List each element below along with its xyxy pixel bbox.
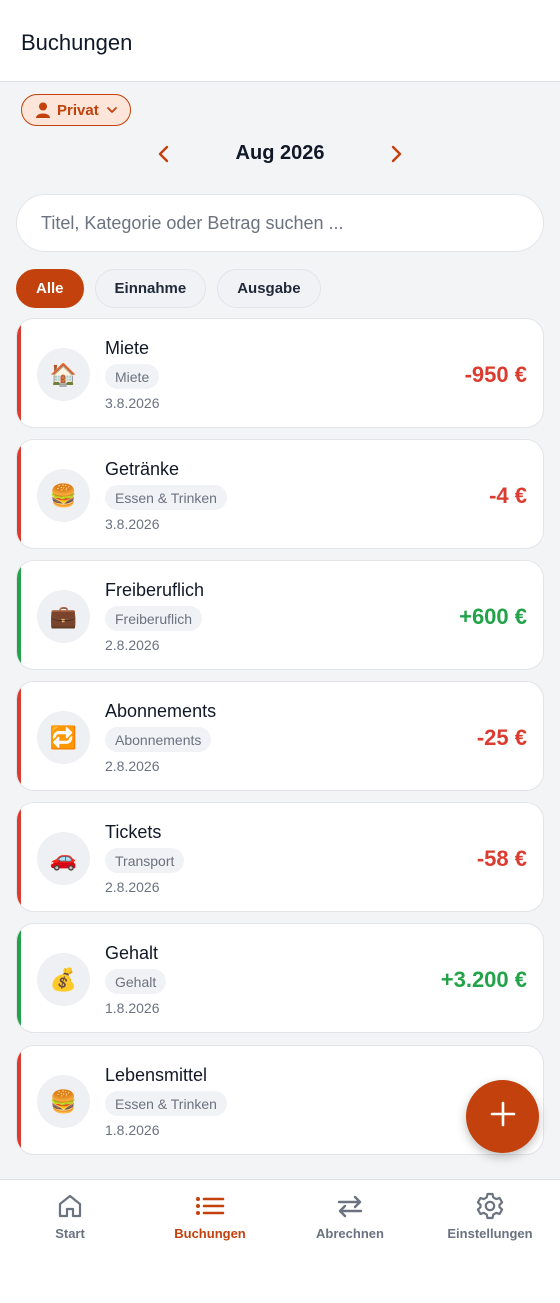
- expense-indicator: [17, 803, 21, 911]
- add-transaction-button[interactable]: [466, 1080, 539, 1153]
- transaction-date: 1.8.2026: [105, 1000, 160, 1016]
- transaction-card[interactable]: 🔁 Abonnements Abonnements 2.8.2026 -25 €: [16, 681, 544, 791]
- burger-icon: 🍔: [37, 469, 90, 522]
- search-input[interactable]: [17, 195, 543, 251]
- category-badge: Essen & Trinken: [105, 485, 227, 510]
- expense-indicator: [17, 682, 21, 790]
- expense-indicator: [17, 319, 21, 427]
- income-indicator: [17, 561, 21, 669]
- search-field[interactable]: [16, 194, 544, 252]
- home-icon: [0, 1190, 140, 1222]
- transaction-title: Tickets: [105, 822, 162, 842]
- bottom-navigation: Start Buchungen Abrechnen Einstellungen: [0, 1179, 560, 1303]
- transaction-card[interactable]: 🍔 Getränke Essen & Trinken 3.8.2026 -4 €: [16, 439, 544, 549]
- house-icon: 🏠: [37, 348, 90, 401]
- month-navigator: Aug 2026: [0, 136, 560, 172]
- page-title: Buchungen: [21, 30, 133, 55]
- swap-arrows-icon: [280, 1190, 420, 1222]
- category-badge: Gehalt: [105, 969, 167, 994]
- transaction-card[interactable]: 🏠 Miete Miete 3.8.2026 -950 €: [16, 318, 544, 428]
- filter-all[interactable]: Alle: [16, 269, 84, 308]
- transaction-amount: -4 €: [489, 483, 527, 508]
- repeat-icon: 🔁: [37, 711, 90, 764]
- transaction-card[interactable]: 🚗 Tickets Transport 2.8.2026 -58 €: [16, 802, 544, 912]
- category-badge: Abonnements: [105, 727, 212, 752]
- expense-indicator: [17, 1046, 21, 1154]
- transaction-title: Getränke: [105, 459, 180, 479]
- category-badge: Transport: [105, 848, 185, 873]
- transaction-card[interactable]: 💼 Freiberuflich Freiberuflich 2.8.2026 +…: [16, 560, 544, 670]
- expense-indicator: [17, 440, 21, 548]
- transaction-date: 3.8.2026: [105, 516, 160, 532]
- account-label: Privat: [57, 101, 99, 119]
- transaction-date: 3.8.2026: [105, 395, 160, 411]
- transaction-title: Freiberuflich: [105, 580, 205, 600]
- transaction-date: 1.8.2026: [105, 1122, 160, 1138]
- money-bag-icon: 💰: [37, 953, 90, 1006]
- nav-label: Buchungen: [174, 1226, 246, 1241]
- filter-expense[interactable]: Ausgabe: [217, 269, 321, 308]
- nav-label: Einstellungen: [447, 1226, 533, 1241]
- income-indicator: [17, 924, 21, 1032]
- plus-icon: [490, 1101, 516, 1132]
- transaction-amount: -25 €: [476, 725, 527, 750]
- category-badge: Miete: [105, 364, 160, 389]
- transaction-amount: +600 €: [459, 604, 527, 629]
- gear-icon: [420, 1190, 560, 1222]
- month-label: Aug 2026: [235, 142, 325, 164]
- nav-buchungen[interactable]: Buchungen: [140, 1190, 280, 1250]
- briefcase-icon: 💼: [37, 590, 90, 643]
- transaction-title: Gehalt: [105, 943, 159, 963]
- transaction-amount: -58 €: [476, 846, 527, 871]
- transaction-amount: -950 €: [464, 362, 527, 387]
- burger-icon: 🍔: [37, 1075, 90, 1128]
- transaction-date: 2.8.2026: [105, 637, 160, 653]
- chevron-right-icon[interactable]: [384, 142, 408, 166]
- category-badge: Freiberuflich: [105, 606, 203, 631]
- chevron-left-icon[interactable]: [152, 142, 176, 166]
- nav-abrechnen[interactable]: Abrechnen: [280, 1190, 420, 1250]
- transaction-card[interactable]: 🍔 Lebensmittel Essen & Trinken 1.8.2026: [16, 1045, 544, 1155]
- transaction-date: 2.8.2026: [105, 879, 160, 895]
- transaction-card[interactable]: 💰 Gehalt Gehalt 1.8.2026 +3.200 €: [16, 923, 544, 1033]
- type-filter: Alle Einnahme Ausgabe: [16, 269, 321, 308]
- transaction-amount: +3.200 €: [440, 967, 527, 992]
- transaction-title: Miete: [105, 338, 150, 358]
- app-header: Buchungen: [0, 0, 560, 82]
- nav-label: Abrechnen: [316, 1226, 384, 1241]
- car-icon: 🚗: [37, 832, 90, 885]
- account-selector[interactable]: Privat: [21, 94, 131, 126]
- list-icon: [140, 1190, 280, 1222]
- transaction-title: Abonnements: [105, 701, 217, 721]
- nav-start[interactable]: Start: [0, 1190, 140, 1250]
- transaction-date: 2.8.2026: [105, 758, 160, 774]
- nav-einstellungen[interactable]: Einstellungen: [420, 1190, 560, 1250]
- filter-income[interactable]: Einnahme: [94, 269, 207, 308]
- transaction-title: Lebensmittel: [105, 1065, 208, 1085]
- user-icon: [36, 102, 50, 118]
- category-badge: Essen & Trinken: [105, 1091, 227, 1116]
- chevron-down-icon: [106, 104, 118, 116]
- nav-label: Start: [55, 1226, 85, 1241]
